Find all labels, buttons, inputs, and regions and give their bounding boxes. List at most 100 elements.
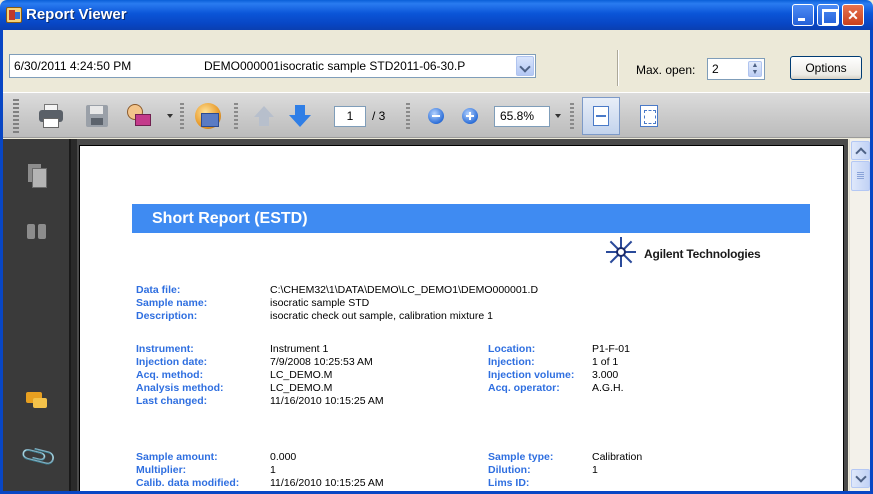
zoom-in-vbar <box>469 112 471 120</box>
fit-width-icon <box>593 106 609 126</box>
fit-width-button[interactable] <box>582 97 620 135</box>
report-banner: Short Report (ESTD) <box>132 204 810 233</box>
agilent-logo-text: Agilent Technologies <box>644 247 761 261</box>
field-value: Instrument 1 <box>270 343 329 355</box>
field-value: 11/16/2010 10:15:25 AM <box>270 395 384 407</box>
scroll-up-icon[interactable] <box>851 141 870 160</box>
field-value: C:\CHEM32\1\DATA\DEMO\LC_DEMO1\DEMO00000… <box>270 284 539 296</box>
toolbar-separator <box>570 103 574 131</box>
fit-page-icon <box>640 105 658 127</box>
navigation-pane: 📎 <box>3 139 77 491</box>
minimize-icon <box>793 5 813 25</box>
field-label: Dilution: <box>488 464 531 476</box>
document-select[interactable]: 6/30/2011 4:24:50 PM DEMO000001isocratic… <box>9 54 536 78</box>
search-binoculars-icon[interactable] <box>25 219 49 243</box>
field-label: Injection date: <box>136 356 208 368</box>
field-label: Sample amount: <box>136 451 218 463</box>
field-value: LC_DEMO.M <box>270 382 333 394</box>
options-button[interactable]: Options <box>790 56 862 80</box>
title-bar[interactable]: Report Viewer ✕ <box>0 0 873 30</box>
vertical-scrollbar[interactable] <box>849 139 870 491</box>
next-page-button[interactable] <box>286 102 314 130</box>
save-button[interactable] <box>83 102 111 130</box>
toolbar-separator <box>234 103 238 131</box>
field-value: 7/9/2008 10:25:53 AM <box>270 356 373 368</box>
field-label: Location: <box>488 343 536 355</box>
email-button[interactable] <box>125 102 153 130</box>
field-value: LC_DEMO.M <box>270 369 333 381</box>
field-value: 0.000 <box>270 451 297 463</box>
field-value: 3.000 <box>592 369 619 381</box>
document-date: 6/30/2011 4:24:50 PM <box>14 59 132 73</box>
field-label: Instrument: <box>136 343 194 355</box>
nav-pane-splitter[interactable] <box>69 139 77 491</box>
toolbar: 1 / 3 65.8% <box>3 92 870 138</box>
arrow-down-icon <box>289 115 311 127</box>
zoom-in-button[interactable] <box>462 108 478 124</box>
report-title: Short Report (ESTD) <box>152 210 308 227</box>
field-value: isocratic sample STD <box>270 297 370 309</box>
save-disk-icon <box>86 105 108 127</box>
comments-icon[interactable] <box>25 389 49 413</box>
zoom-out-button[interactable] <box>428 108 444 124</box>
field-value: Calibration <box>592 451 643 463</box>
field-label: Data file: <box>136 284 181 296</box>
field-label: Lims ID: <box>488 477 530 489</box>
close-button[interactable]: ✕ <box>842 4 864 26</box>
page-total: / 3 <box>372 109 386 123</box>
page-number-input[interactable]: 1 <box>334 106 366 127</box>
print-button[interactable] <box>37 102 65 130</box>
toolbar-separator <box>180 103 184 131</box>
zoom-level-input[interactable]: 65.8% <box>494 106 550 127</box>
scroll-down-icon[interactable] <box>851 469 870 488</box>
field-label: Injection volume: <box>488 369 575 381</box>
field-label: Sample name: <box>136 297 208 309</box>
toolbar-separator <box>406 103 410 131</box>
pages-panel-icon[interactable] <box>25 163 49 188</box>
network-share-button[interactable] <box>194 102 222 130</box>
globe-icon <box>195 103 221 129</box>
fit-page-button[interactable] <box>634 102 662 130</box>
field-value: 1 <box>270 464 276 476</box>
max-open-label: Max. open: <box>636 63 696 77</box>
field-label: Calib. data modified: <box>136 477 240 489</box>
field-label: Last changed: <box>136 395 208 407</box>
field-label: Analysis method: <box>136 382 224 394</box>
arrow-up-stem <box>259 116 269 126</box>
field-label: Multiplier: <box>136 464 187 476</box>
email-dropdown-caret-icon[interactable] <box>167 114 173 118</box>
close-icon: ✕ <box>847 7 859 23</box>
printer-tray <box>43 118 59 128</box>
agilent-logo-icon <box>606 237 636 267</box>
max-open-spinner[interactable]: 2 ▲ ▼ <box>707 58 765 80</box>
document-filename: DEMO000001isocratic sample STD2011-06-30… <box>204 59 466 73</box>
maximize-button[interactable] <box>817 4 839 26</box>
max-open-value: 2 <box>712 62 719 76</box>
toolbar-grip[interactable] <box>13 99 19 133</box>
window-title: Report Viewer <box>26 6 127 23</box>
field-label: Acq. operator: <box>488 382 560 394</box>
chevron-down-icon[interactable] <box>516 56 534 76</box>
report-page: Short Report (ESTD) Agilent Technologies… <box>79 145 844 491</box>
zoom-out-icon <box>432 115 440 117</box>
field-value: 11/16/2010 10:15:25 AM <box>270 477 384 489</box>
spin-updown-icon[interactable]: ▲ ▼ <box>748 61 762 77</box>
report-viewer-app-icon <box>6 7 22 23</box>
previous-page-button[interactable] <box>250 102 278 130</box>
maximize-icon <box>818 5 838 25</box>
divider <box>617 50 619 86</box>
field-label: Description: <box>136 310 198 322</box>
field-label: Injection: <box>488 356 535 368</box>
minimize-button[interactable] <box>792 4 814 26</box>
field-value: A.G.H. <box>592 382 624 394</box>
scroll-thumb[interactable] <box>851 161 870 191</box>
document-view[interactable]: Short Report (ESTD) Agilent Technologies… <box>77 139 848 491</box>
field-value: 1 of 1 <box>592 356 619 368</box>
field-value: P1-F-01 <box>592 343 630 355</box>
email-envelope-icon <box>135 114 151 126</box>
attachment-paperclip-icon[interactable]: 📎 <box>19 437 59 476</box>
document-select-bar: 6/30/2011 4:24:50 PM DEMO000001isocratic… <box>3 30 870 92</box>
field-value: isocratic check out sample, calibration … <box>270 310 493 322</box>
field-label: Acq. method: <box>136 369 204 381</box>
zoom-dropdown-caret-icon[interactable] <box>555 114 561 118</box>
